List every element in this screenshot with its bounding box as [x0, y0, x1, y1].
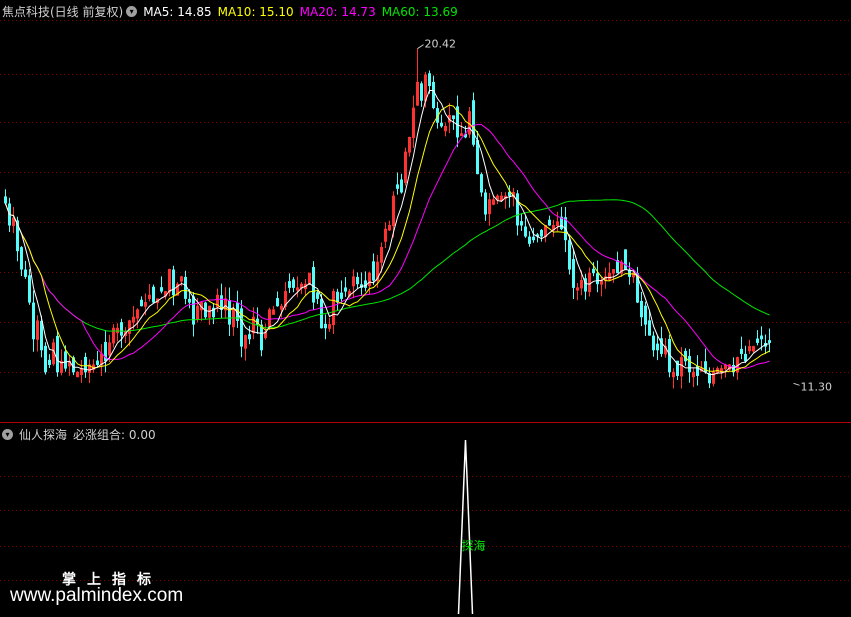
indicator-title: 仙人探海: [19, 428, 68, 442]
candle-body: [696, 365, 699, 376]
candle-body: [56, 335, 59, 373]
candle-body: [688, 356, 691, 373]
candle-body: [760, 335, 763, 340]
candle-body: [292, 279, 295, 288]
candle-body: [476, 140, 479, 175]
candle-body: [20, 247, 23, 270]
candle-body: [324, 323, 327, 329]
candle-body: [520, 221, 523, 226]
candle-body: [428, 73, 431, 87]
candle-body: [312, 267, 315, 303]
candle-body: [340, 292, 343, 299]
min-marker-line: [793, 382, 800, 386]
candle-body: [64, 351, 67, 369]
candle-body: [756, 338, 759, 343]
chevron-down-icon[interactable]: ▾: [2, 429, 13, 440]
candle-body: [592, 268, 595, 274]
ma20-label: MA20: 14.73: [299, 4, 376, 19]
candle-body: [540, 229, 543, 237]
candle-body: [420, 83, 423, 101]
candle-body: [656, 343, 659, 351]
candle-body: [4, 196, 7, 204]
candle-body: [568, 240, 571, 270]
candle-body: [452, 115, 455, 120]
candle-body: [48, 359, 51, 365]
max-marker-line: [417, 44, 424, 50]
candle-body: [572, 259, 575, 288]
indicator-value: 必涨组合: 0.00: [73, 428, 156, 442]
signal-spike: [457, 439, 474, 615]
max-price-label: 20.42: [425, 38, 457, 51]
candle-body: [648, 320, 651, 336]
candle-body: [644, 305, 647, 325]
candle-body: [400, 179, 403, 193]
min-price-label: 11.30: [801, 380, 833, 393]
candle-body: [228, 299, 231, 325]
candle-body: [396, 184, 399, 189]
candle-body: [344, 287, 347, 292]
candle-body: [32, 302, 35, 340]
candle-body: [160, 287, 163, 292]
candle-body: [120, 322, 123, 336]
chart-title: 焦点科技(日线 前复权): [2, 5, 124, 19]
candle-body: [440, 122, 443, 127]
ma10-label: MA10: 15.10: [217, 4, 294, 19]
candle-body: [24, 269, 27, 277]
chevron-down-icon[interactable]: ▾: [126, 6, 138, 17]
candle-body: [740, 348, 743, 354]
candle-body: [372, 261, 375, 281]
candle-body: [484, 192, 487, 215]
watermark-url: www.palmindex.com: [10, 585, 184, 606]
candle-body: [188, 298, 191, 303]
candle-body: [260, 324, 263, 351]
candle-body: [192, 296, 195, 325]
candle-body: [96, 360, 99, 365]
candle-body: [288, 281, 291, 288]
candle-body: [480, 174, 483, 193]
candle-body: [28, 275, 31, 303]
candle-body: [532, 236, 535, 241]
candle-body: [248, 334, 251, 340]
candle-body: [744, 353, 747, 362]
candle-body: [152, 286, 155, 303]
ma5-label: MA5: 14.85: [143, 4, 212, 19]
chart-svg: 20.42 11.30 探海: [0, 20, 851, 615]
main-legend: 焦点科技(日线 前复权) ▾ MA5: 14.85 MA10: 15.10 MA…: [2, 3, 464, 20]
candle-body: [548, 219, 551, 226]
ma60-label: MA60: 13.69: [381, 4, 458, 19]
signal-label: 探海: [462, 538, 486, 553]
candle-body: [524, 226, 527, 237]
candle-body: [596, 273, 599, 285]
candle-body: [356, 276, 359, 285]
candle-body: [276, 298, 279, 307]
candle-body: [516, 193, 519, 226]
candle-body: [432, 81, 435, 109]
chart-stage: 20.42 11.30 探海 焦点科技(日线 前复权) ▾ MA5: 14.85 M…: [0, 0, 851, 617]
candle-body: [172, 269, 175, 296]
candle-body: [184, 276, 187, 299]
candle-body: [528, 236, 531, 244]
candle-body: [316, 292, 319, 299]
ma60-line: [5, 199, 770, 332]
candle-body: [652, 335, 655, 351]
candle-body: [640, 300, 643, 318]
candle-body: [768, 340, 771, 343]
candle-body: [44, 345, 47, 373]
candle-body: [472, 100, 475, 145]
candle-body: [140, 299, 143, 307]
indicator-legend: ▾ 仙人探海 必涨组合: 0.00: [2, 426, 162, 443]
candle-body: [624, 249, 627, 270]
